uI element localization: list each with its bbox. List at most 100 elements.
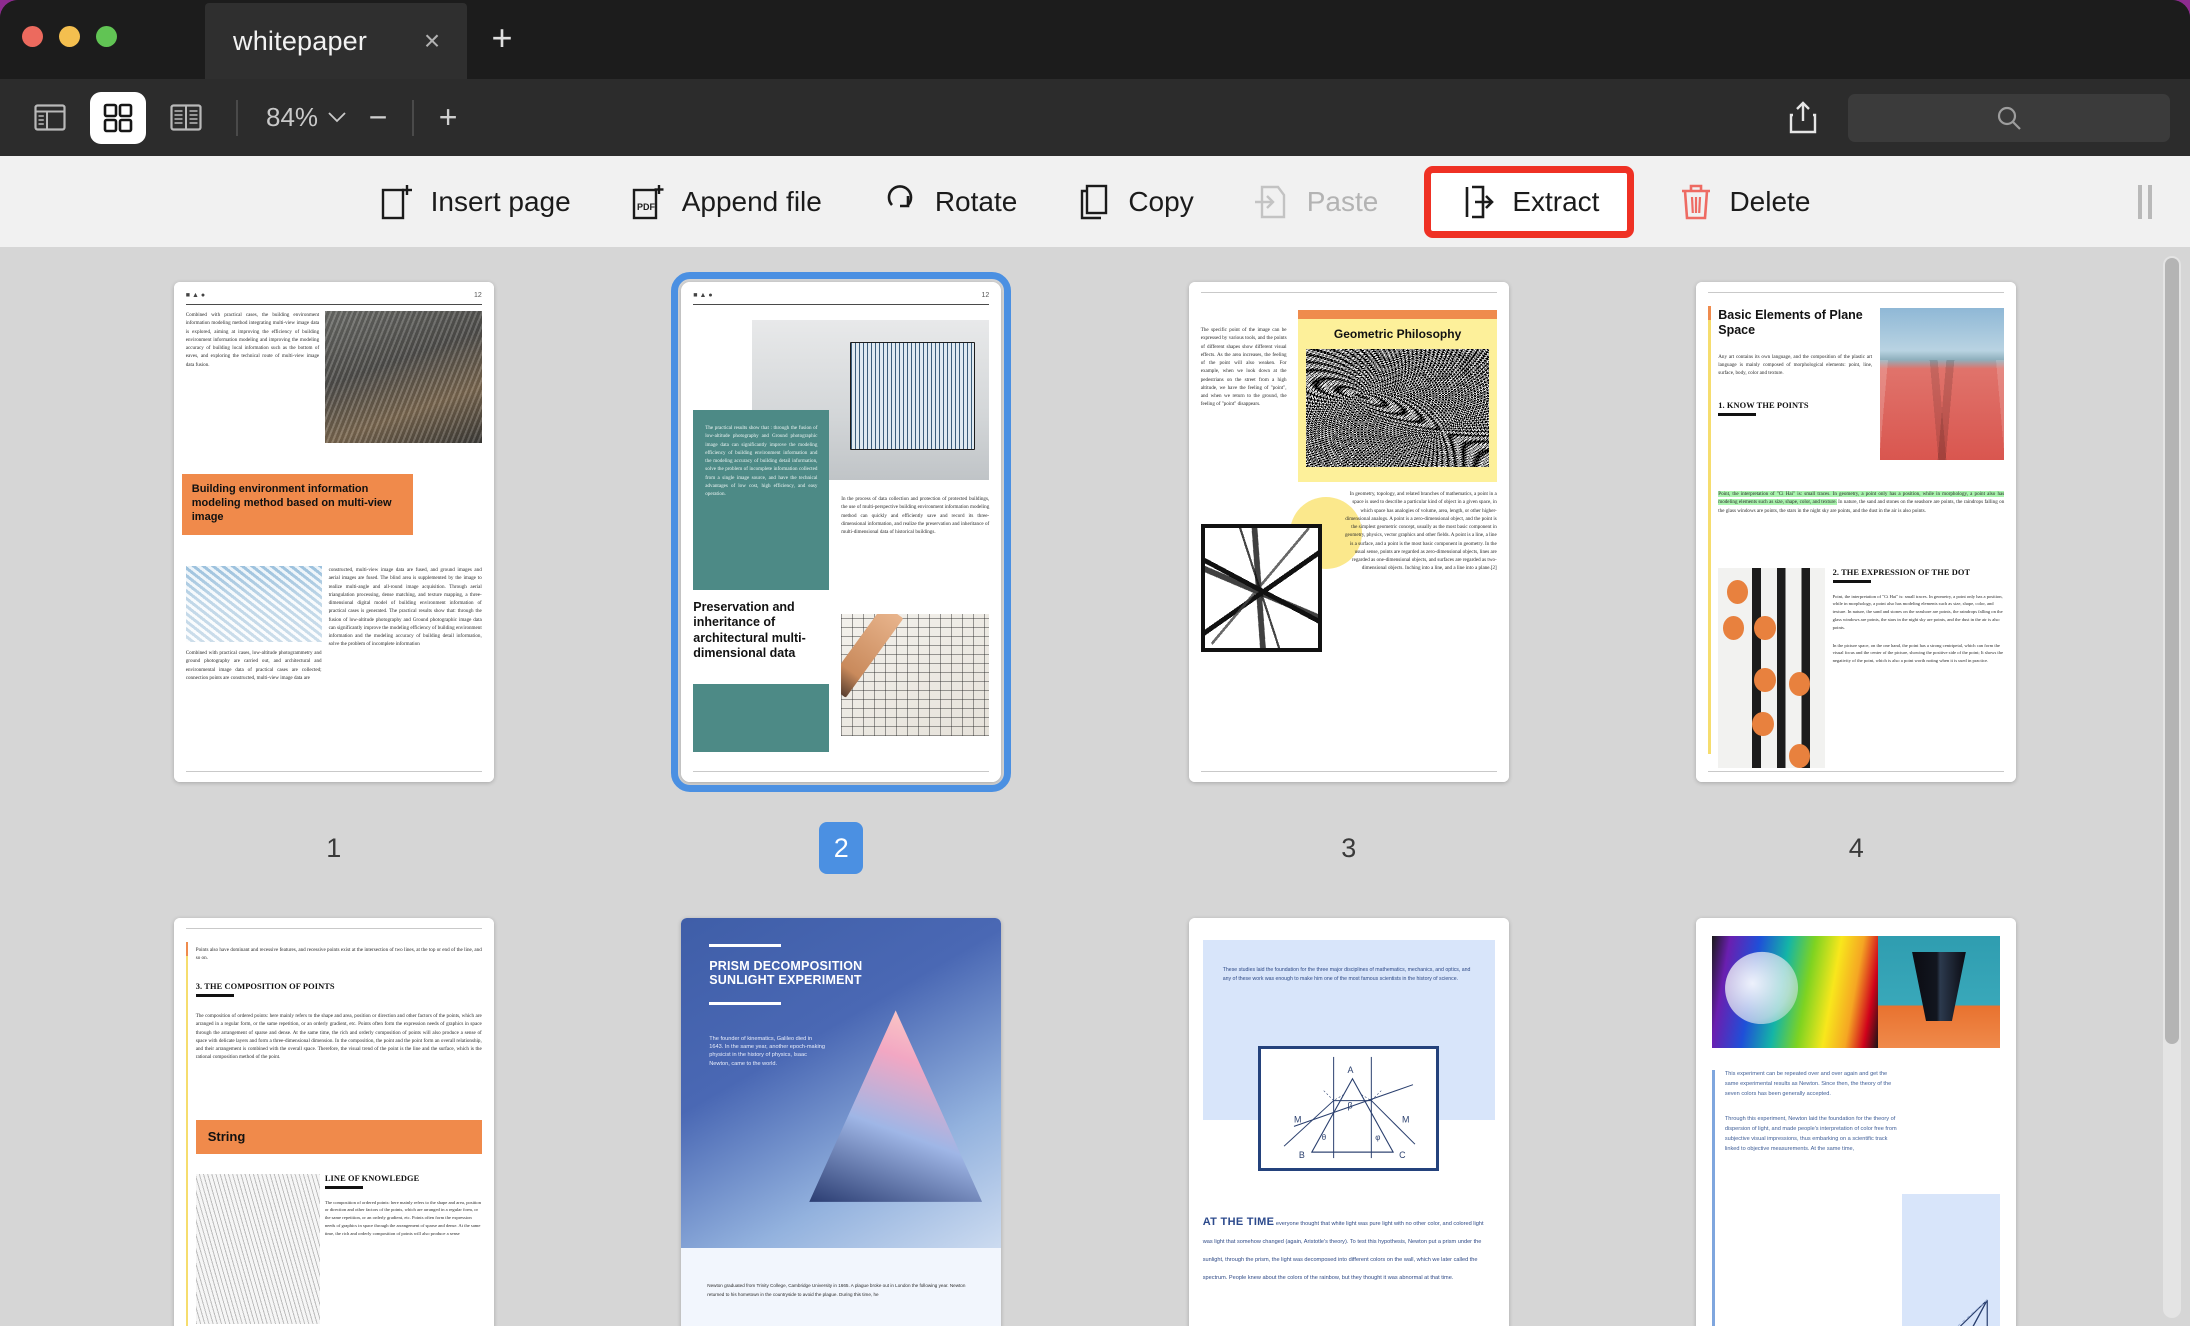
- page7-lead: AT THE TIME: [1202, 1216, 1275, 1228]
- page3-photo-lines: [1200, 524, 1323, 652]
- grid-layout-icon: [103, 103, 133, 132]
- page4-rule-1: [1718, 413, 1757, 416]
- close-tab-icon[interactable]: ×: [411, 20, 453, 62]
- tab-title: whitepaper: [233, 25, 368, 56]
- page-thumbnail-2[interactable]: ■▲● 12 The practical results show that :…: [671, 272, 1012, 792]
- page-footer-rule: [1200, 771, 1497, 772]
- paste-label: Paste: [1306, 185, 1379, 217]
- close-window-button[interactable]: [22, 26, 43, 47]
- vertical-scrollbar[interactable]: [2163, 256, 2181, 1318]
- page3-title: Geometric Philosophy: [1333, 327, 1462, 341]
- search-input[interactable]: [1848, 93, 2170, 142]
- page4-title: Basic Elements of Plane Space: [1718, 308, 1863, 338]
- page-number-2[interactable]: 2: [819, 822, 864, 874]
- page6-hero: PRISM DECOMPOSITION SUNLIGHT EXPERIMENT …: [681, 918, 1002, 1248]
- svg-text:B: B: [1299, 1150, 1305, 1160]
- page-cell-6: PRISM DECOMPOSITION SUNLIGHT EXPERIMENT …: [588, 918, 1096, 1326]
- page1-col3: constructed, multi-view image data are f…: [328, 567, 482, 648]
- extract-label: Extract: [1512, 185, 1600, 217]
- page-footer-rule: [1708, 771, 2005, 772]
- page-number-4[interactable]: 4: [1834, 822, 1878, 874]
- rotate-button[interactable]: Rotate: [852, 171, 1048, 233]
- insert-page-button[interactable]: Insert page: [350, 170, 601, 234]
- svg-text:PDF: PDF: [637, 202, 656, 212]
- toolbar-right-group: [1776, 91, 2170, 145]
- page-number-1[interactable]: 1: [312, 822, 356, 874]
- app-window: whitepaper × + 84% − + Insert page PDF A…: [0, 0, 2190, 1326]
- page3-left-text: The specific point of the image can be e…: [1200, 327, 1287, 408]
- page8-photo-prism: [1877, 936, 2001, 1048]
- paste-button[interactable]: Paste: [1224, 170, 1409, 234]
- header-page-number: 12: [473, 292, 482, 299]
- page-cell-1: ■▲● 12 Combined with practical cases, th…: [80, 282, 588, 874]
- toolbar-resize-handle[interactable]: [2138, 184, 2152, 219]
- page5-heading-3: 3. THE COMPOSITION OF POINTS: [195, 982, 335, 991]
- share-button[interactable]: [1776, 91, 1830, 145]
- copy-button[interactable]: Copy: [1047, 170, 1223, 234]
- page8-blue-rail: [1712, 1070, 1715, 1326]
- page-thumbnail-8[interactable]: This experiment can be repeated over and…: [1696, 918, 2017, 1326]
- grid-view-button[interactable]: [90, 91, 146, 144]
- share-icon: [1789, 100, 1817, 133]
- page4-top-rule: [1708, 292, 2005, 293]
- svg-text:M: M: [1294, 1114, 1301, 1124]
- scrollbar-thumb[interactable]: [2165, 258, 2179, 1044]
- page-actions-toolbar: Insert page PDF Append file Rotate Copy …: [0, 156, 2190, 248]
- page5-photo-wire: [195, 1174, 321, 1324]
- page2-right-text: In the process of data collection and pr…: [841, 496, 990, 535]
- page-thumbnail-3[interactable]: Geometric Philosophy The specific point …: [1188, 282, 1509, 782]
- traffic-lights: [22, 26, 117, 47]
- tab-bar: whitepaper × +: [0, 0, 2190, 79]
- page-grid: ■▲● 12 Combined with practical cases, th…: [0, 272, 2190, 1326]
- maximize-window-button[interactable]: [96, 26, 117, 47]
- page-cell-3: Geometric Philosophy The specific point …: [1095, 282, 1603, 874]
- page-thumbnail-6[interactable]: PRISM DECOMPOSITION SUNLIGHT EXPERIMENT …: [681, 918, 1002, 1326]
- delete-button[interactable]: Delete: [1650, 170, 1840, 234]
- rotate-icon: [887, 184, 913, 207]
- zoom-in-button[interactable]: +: [422, 94, 474, 142]
- page4-yellow-rail: [1708, 306, 1711, 754]
- new-tab-icon[interactable]: +: [478, 14, 526, 62]
- page5-heading-4: LINE OF KNOWLEDGE: [324, 1174, 420, 1183]
- page4-photo-redsand: [1879, 308, 2005, 460]
- zoom-level-dropdown[interactable]: 84%: [260, 102, 352, 133]
- append-file-button[interactable]: PDF Append file: [601, 170, 852, 234]
- minimize-window-button[interactable]: [59, 26, 80, 47]
- zoom-out-button[interactable]: −: [352, 94, 404, 142]
- two-page-view-button[interactable]: [158, 92, 214, 144]
- extract-button[interactable]: Extract: [1424, 165, 1635, 238]
- extract-icon: [1466, 185, 1495, 218]
- page4-s2-p2: In the picture space, on the one hand, t…: [1832, 642, 2004, 664]
- page-header: ■▲● 12: [693, 292, 990, 305]
- page-thumbnail-5[interactable]: Points also have dominant and recessive …: [173, 918, 494, 1326]
- page5-rule-4: [324, 1186, 363, 1189]
- page5-orange-tick: [185, 942, 189, 956]
- page7-body: everyone thought that white light was pu…: [1202, 1221, 1484, 1281]
- page3-orange-strip: [1298, 310, 1497, 319]
- tab-whitepaper[interactable]: whitepaper ×: [205, 3, 467, 79]
- header-marks: ■▲●: [693, 292, 715, 299]
- page-number-3[interactable]: 3: [1327, 822, 1371, 874]
- svg-text:φ: φ: [1376, 1133, 1381, 1142]
- sidebar-view-button[interactable]: [22, 92, 78, 144]
- page-cell-2: ■▲● 12 The practical results show that :…: [588, 272, 1096, 874]
- page4-intro: Any art contains its own language, and t…: [1718, 353, 1873, 377]
- page-thumbnail-4[interactable]: Basic Elements of Plane Space Any art co…: [1696, 282, 2017, 782]
- page3-right-text: In geometry, topology, and related branc…: [1345, 491, 1497, 572]
- page-thumbnail-area: ■▲● 12 Combined with practical cases, th…: [0, 248, 2190, 1326]
- chevron-down-icon: [328, 107, 346, 128]
- page-thumbnail-7[interactable]: These studies laid the foundation for th…: [1188, 918, 1509, 1326]
- page2-teal-panel: The practical results show that : throug…: [693, 410, 830, 590]
- page3-top-rule: [1200, 292, 1497, 293]
- page4-heading-2: 2. THE EXPRESSION OF THE DOT: [1832, 568, 1971, 577]
- page3-photo-moire: [1306, 349, 1489, 467]
- page2-teal-text: The practical results show that : throug…: [705, 425, 818, 497]
- page-cell-7: These studies laid the foundation for th…: [1095, 918, 1603, 1326]
- page5-rule-3: [195, 994, 234, 997]
- page5-top-rule: [185, 928, 482, 929]
- toolbar-divider-left: [236, 99, 238, 136]
- page-thumbnail-1[interactable]: ■▲● 12 Combined with practical cases, th…: [173, 282, 494, 782]
- page-cell-4: Basic Elements of Plane Space Any art co…: [1603, 282, 2111, 874]
- header-marks: ■▲●: [185, 292, 208, 299]
- page6-rule-top: [709, 944, 782, 947]
